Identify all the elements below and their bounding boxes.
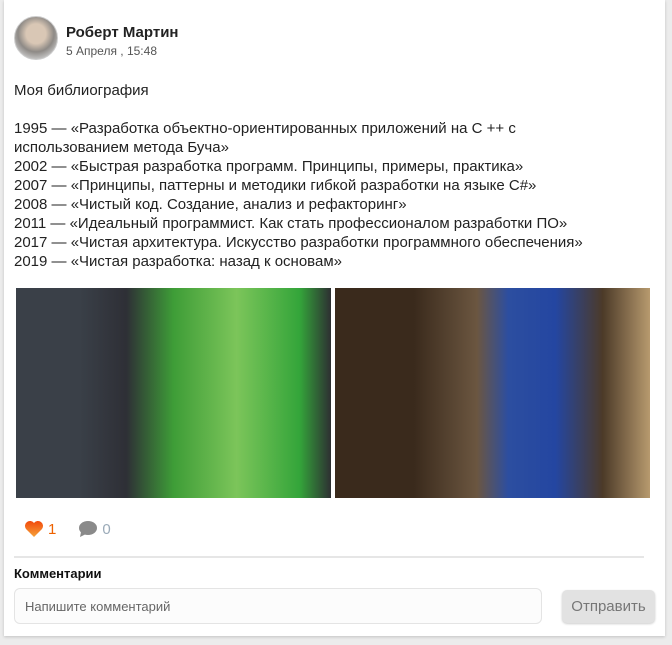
avatar[interactable] xyxy=(14,16,58,60)
bibliography-line: 2008 — «Чистый код. Создание, анализ и р… xyxy=(14,196,407,213)
like-count: 1 xyxy=(48,520,57,538)
send-button[interactable]: Отправить xyxy=(562,590,655,623)
bibliography-line: 2002 — «Быстрая разработка программ. При… xyxy=(14,158,524,175)
post-title: Моя библиография xyxy=(14,82,149,99)
divider xyxy=(14,556,644,558)
comment-bubble-icon xyxy=(79,521,98,537)
comment-count: 0 xyxy=(102,520,111,538)
bibliography-line: 1995 — «Разработка объектно-ориентирован… xyxy=(14,120,520,156)
post-text: Моя библиография 1995 — «Разработка объе… xyxy=(14,81,654,271)
like-button[interactable]: 1 xyxy=(24,520,56,538)
heart-icon xyxy=(25,521,43,537)
author-name[interactable]: Роберт Мартин xyxy=(66,24,179,41)
bibliography-line: 2019 — «Чистая разработка: назад к основ… xyxy=(14,253,342,270)
comment-button[interactable]: 0 xyxy=(78,520,111,538)
photo-office[interactable] xyxy=(335,288,650,498)
bibliography-line: 2017 — «Чистая архитектура. Искусство ра… xyxy=(14,234,583,251)
photo-clean-code[interactable] xyxy=(16,288,331,498)
bibliography-line: 2011 — «Идеальный программист. Как стать… xyxy=(14,215,568,232)
bibliography-line: 2007 — «Принципы, паттерны и методики ги… xyxy=(14,177,537,194)
comments-label: Комментарии xyxy=(14,566,102,581)
post-card: Роберт Мартин 5 Апреля , 15:48 Моя библи… xyxy=(4,0,665,636)
comment-input[interactable] xyxy=(14,588,542,624)
post-date: 5 Апреля , 15:48 xyxy=(66,44,157,58)
post-actions: 1 0 xyxy=(24,520,111,538)
